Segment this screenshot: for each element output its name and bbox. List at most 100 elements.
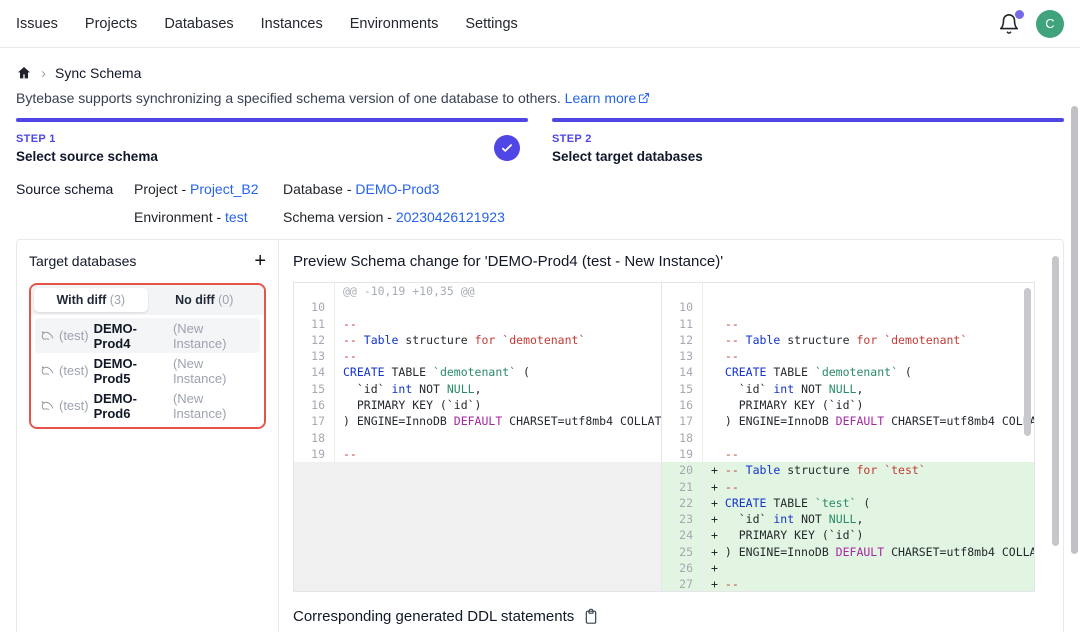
database-link[interactable]: DEMO-Prod3 xyxy=(355,181,439,197)
diff-line: 11-- xyxy=(294,316,661,332)
page-title: Sync Schema xyxy=(55,65,141,81)
diff-line: 13-- xyxy=(294,348,661,364)
step-indicator: STEP 1 Select source schema STEP 2 Selec… xyxy=(16,118,1064,164)
schema-version-link[interactable]: 20230426121923 xyxy=(396,209,505,225)
db-name: DEMO-Prod5 xyxy=(94,356,168,386)
field-database: Database - DEMO-Prod3 xyxy=(283,181,1064,197)
db-environment: (test) xyxy=(59,328,89,343)
tab-no-diff[interactable]: No diff (0) xyxy=(148,288,262,312)
source-schema-label: Source schema xyxy=(16,181,134,197)
diff-pane-modified: 10 11 --12 -- Table structure for `demot… xyxy=(661,283,1034,591)
diff-line: 11 -- xyxy=(662,316,1034,332)
step-1-label: STEP 1 xyxy=(16,133,528,145)
diff-line: 15 `id` int NOT NULL, xyxy=(294,381,661,397)
db-instance-suffix: (New Instance) xyxy=(173,356,254,386)
diff-line: 19-- xyxy=(294,446,661,462)
intro-text: Bytebase supports synchronizing a specif… xyxy=(16,90,1064,106)
db-environment: (test) xyxy=(59,398,89,413)
nav-item-projects[interactable]: Projects xyxy=(85,16,137,32)
db-instance-suffix: (New Instance) xyxy=(173,391,254,421)
ddl-section-title: Corresponding generated DDL statements xyxy=(293,608,574,625)
diff-line xyxy=(662,283,1034,299)
breadcrumb: › Sync Schema xyxy=(16,65,1064,81)
step-2-bar xyxy=(552,118,1064,122)
main-panel: Target databases + With diff (3)No diff … xyxy=(16,239,1064,632)
nav-item-databases[interactable]: Databases xyxy=(164,16,233,32)
diff-hunk-header: @@ -10,19 +10,35 @@ xyxy=(294,283,661,299)
nav-item-environments[interactable]: Environments xyxy=(350,16,439,32)
environment-link[interactable]: test xyxy=(225,209,248,225)
database-list: (test)DEMO-Prod4(New Instance)(test)DEMO… xyxy=(31,315,264,427)
avatar[interactable]: C xyxy=(1036,10,1064,38)
nav-item-issues[interactable]: Issues xyxy=(16,16,58,32)
mysql-icon xyxy=(41,329,54,342)
diff-line: 12 -- Table structure for `demotenant` xyxy=(662,332,1034,348)
db-name: DEMO-Prod6 xyxy=(94,391,168,421)
step-1-title: Select source schema xyxy=(16,149,528,164)
mysql-icon xyxy=(41,364,54,377)
nav-items: Issues Projects Databases Instances Environm… xyxy=(16,16,518,32)
diff-line: 16 PRIMARY KEY (`id`) xyxy=(294,397,661,413)
diff-line-added: 27+ -- xyxy=(662,576,1034,591)
nav-item-instances[interactable]: Instances xyxy=(261,16,323,32)
diff-line-added: 25+ ) ENGINE=InnoDB DEFAULT CHARSET=utf8… xyxy=(662,544,1034,560)
diff-line-added: 24+ PRIMARY KEY (`id`) xyxy=(662,527,1034,543)
diff-line: 16 PRIMARY KEY (`id`) xyxy=(662,397,1034,413)
step-1[interactable]: STEP 1 Select source schema xyxy=(16,118,528,164)
diff-line: 12-- Table structure for `demotenant` xyxy=(294,332,661,348)
top-nav: Issues Projects Databases Instances Environm… xyxy=(0,0,1080,48)
diff-line: 10 xyxy=(294,299,661,315)
step-2-label: STEP 2 xyxy=(552,133,1064,145)
editor-scrollbar[interactable] xyxy=(1024,288,1031,436)
db-instance-suffix: (New Instance) xyxy=(173,321,254,351)
diff-line-added: 20+ -- Table structure for `test` xyxy=(662,462,1034,478)
diff-line: 13 -- xyxy=(662,348,1034,364)
breadcrumb-separator: › xyxy=(41,66,46,81)
diff-pane-original: @@ -10,19 +10,35 @@1011--12-- Table stru… xyxy=(294,283,661,591)
diff-tabs: With diff (3)No diff (0) xyxy=(31,285,264,315)
diff-line: 19 -- xyxy=(662,446,1034,462)
db-name: DEMO-Prod4 xyxy=(94,321,168,351)
preview-title: Preview Schema change for 'DEMO-Prod4 (t… xyxy=(293,253,1035,270)
project-link[interactable]: Project_B2 xyxy=(190,181,258,197)
database-item-demo-prod6[interactable]: (test) DEMO-Prod6(New Instance) xyxy=(35,388,260,423)
page-scrollbar[interactable] xyxy=(1071,106,1078,554)
step-1-check-icon xyxy=(494,135,520,161)
diff-line: 15 `id` int NOT NULL, xyxy=(662,381,1034,397)
database-item-demo-prod4[interactable]: (test) DEMO-Prod4(New Instance) xyxy=(35,318,260,353)
field-schema-version: Schema version - 20230426121923 xyxy=(283,209,1064,225)
tab-with-diff[interactable]: With diff (3) xyxy=(34,288,148,312)
diff-line: 17 ) ENGINE=InnoDB DEFAULT CHARSET=utf8m… xyxy=(662,413,1034,429)
add-target-database-button[interactable]: + xyxy=(254,251,266,271)
schema-diff-editor: @@ -10,19 +10,35 @@1011--12-- Table stru… xyxy=(293,282,1035,592)
diff-line: 18 xyxy=(662,430,1034,446)
diff-empty-filler xyxy=(294,462,661,591)
step-2[interactable]: STEP 2 Select target databases xyxy=(552,118,1064,164)
step-2-title: Select target databases xyxy=(552,149,1064,164)
field-environment: Environment - test xyxy=(134,209,283,225)
target-databases-box: With diff (3)No diff (0) (test) DEMO-Prod… xyxy=(29,283,266,429)
clipboard-icon xyxy=(583,608,599,625)
nav-item-settings[interactable]: Settings xyxy=(465,16,517,32)
notifications-button[interactable] xyxy=(998,12,1022,36)
panel-scrollbar[interactable] xyxy=(1052,256,1059,546)
copy-ddl-button[interactable] xyxy=(583,608,599,625)
preview-section: Preview Schema change for 'DEMO-Prod4 (t… xyxy=(279,240,1063,632)
diff-line: 17) ENGINE=InnoDB DEFAULT CHARSET=utf8mb… xyxy=(294,413,661,429)
intro-description: Bytebase supports synchronizing a specif… xyxy=(16,90,561,106)
db-environment: (test) xyxy=(59,363,89,378)
notification-dot xyxy=(1015,10,1024,19)
tab-count: (3) xyxy=(110,293,125,307)
diff-line: 18 xyxy=(294,430,661,446)
database-item-demo-prod5[interactable]: (test) DEMO-Prod5(New Instance) xyxy=(35,353,260,388)
home-icon[interactable] xyxy=(16,65,32,81)
step-1-bar xyxy=(16,118,528,122)
target-databases-title: Target databases xyxy=(29,253,136,269)
field-project: Project - Project_B2 xyxy=(134,181,283,197)
mysql-icon xyxy=(41,399,54,412)
diff-line-added: 26+ xyxy=(662,560,1034,576)
learn-more-link[interactable]: Learn more xyxy=(565,90,651,106)
tab-count: (0) xyxy=(218,293,233,307)
diff-line: 10 xyxy=(662,299,1034,315)
external-link-icon xyxy=(638,92,650,104)
